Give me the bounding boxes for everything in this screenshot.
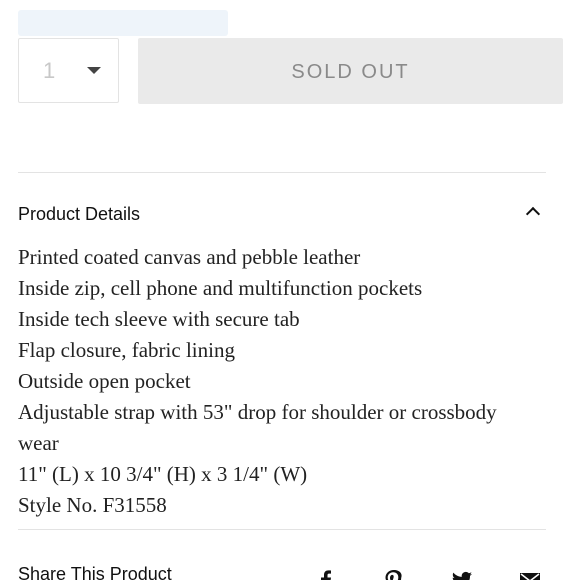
list-item: Inside tech sleeve with secure tab <box>18 307 300 331</box>
pinterest-icon[interactable] <box>382 568 406 580</box>
twitter-icon[interactable] <box>450 568 474 580</box>
product-details-list: Printed coated canvas and pebble leather… <box>18 242 558 521</box>
email-icon[interactable] <box>518 568 542 580</box>
product-details-toggle[interactable]: Product Details <box>18 200 546 230</box>
list-item: Flap closure, fabric lining <box>18 338 235 362</box>
chevron-down-icon <box>87 67 101 74</box>
list-item: Outside open pocket <box>18 369 191 393</box>
quantity-value: 1 <box>43 58 56 83</box>
share-row: Share This Product <box>18 560 562 580</box>
divider <box>18 172 546 173</box>
list-item: 11" (L) x 10 3/4" (H) x 3 1/4" (W) <box>18 462 308 486</box>
share-title: Share This Product <box>18 564 172 580</box>
list-item: Adjustable strap with 53" drop for shoul… <box>18 400 497 424</box>
quantity-select[interactable]: 1 <box>18 38 119 103</box>
product-details-title: Product Details <box>18 204 141 224</box>
list-item: Style No. F31558 <box>18 493 167 517</box>
divider <box>18 529 546 530</box>
list-item: wear <box>18 431 59 455</box>
list-item: Printed coated canvas and pebble leather <box>18 245 361 269</box>
top-strip <box>18 10 228 36</box>
sold-out-button[interactable]: SOLD OUT <box>138 38 563 104</box>
facebook-icon[interactable] <box>314 568 338 580</box>
list-item: Inside zip, cell phone and multifunction… <box>18 276 423 300</box>
chevron-up-icon <box>525 206 541 222</box>
